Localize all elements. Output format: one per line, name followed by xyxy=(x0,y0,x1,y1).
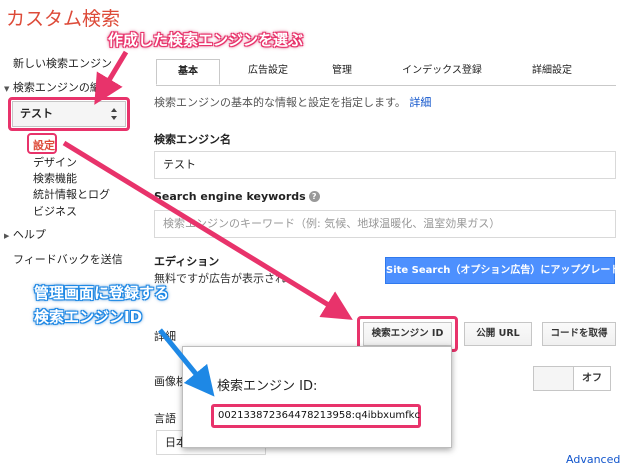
sidebar-help[interactable]: ▶ ヘルプ xyxy=(4,226,46,242)
keywords-input[interactable]: 検索エンジンのキーワード（例: 気候、地球温暖化、温室効果ガス） xyxy=(154,210,616,238)
edition-label: エディション xyxy=(154,255,220,268)
language-label: 言語 xyxy=(154,412,176,425)
image-search-toggle[interactable]: オフ xyxy=(533,366,611,391)
public-url-button[interactable]: 公開 URL xyxy=(464,322,532,346)
get-code-button[interactable]: コードを取得 xyxy=(542,322,616,346)
expand-triangle-icon: ▼ xyxy=(4,85,10,93)
keywords-label-text: Search engine keywords xyxy=(154,190,306,203)
engine-select-highlight xyxy=(8,97,130,131)
settings-item-highlight xyxy=(27,133,57,154)
expand-triangle-icon: ▶ xyxy=(4,232,10,240)
tab-bar: 基本 広告設定 管理 インデックス登録 詳細設定 xyxy=(156,59,616,86)
popup-title: 検索エンジン ID: xyxy=(217,379,318,394)
upgrade-button[interactable]: Site Search（オプション広告）にアップグレード xyxy=(385,257,620,284)
keywords-label: Search engine keywords? xyxy=(154,190,320,203)
toggle-off-label: オフ xyxy=(573,367,610,390)
tab-basic[interactable]: 基本 xyxy=(156,59,220,85)
annotation-register-line1: 管理画面に登録する xyxy=(34,284,170,302)
tab-ads[interactable]: 広告設定 xyxy=(236,59,300,84)
details-label: 詳細 xyxy=(154,330,176,343)
advanced-link[interactable]: Advanced xyxy=(566,453,620,466)
page-description: 検索エンジンの基本的な情報と設定を指定します。 詳細 xyxy=(154,94,431,110)
sidebar-help-label: ヘルプ xyxy=(12,228,46,241)
app-title: カスタム検索 xyxy=(6,8,121,30)
sidebar-item-business[interactable]: ビジネス xyxy=(33,203,77,219)
engine-id-value[interactable]: 002133872364478213958:q4ibbxumfkc xyxy=(211,404,421,428)
engine-id-popup: 検索エンジン ID: 002133872364478213958:q4ibbxu… xyxy=(182,346,452,448)
tab-advanced[interactable]: 詳細設定 xyxy=(508,59,596,84)
description-text: 検索エンジンの基本的な情報と設定を指定します。 xyxy=(154,96,406,109)
edition-text: 無料ですが広告が表示され xyxy=(154,272,286,285)
sidebar-item-design[interactable]: デザイン xyxy=(33,154,77,170)
tab-indexing[interactable]: インデックス登録 xyxy=(386,59,498,84)
tab-admin[interactable]: 管理 xyxy=(316,59,368,84)
sidebar-feedback[interactable]: フィードバックを送信 xyxy=(13,251,123,267)
sidebar-edit-engine[interactable]: ▼ 検索エンジンの編集 xyxy=(4,79,112,95)
sidebar-new-engine[interactable]: 新しい検索エンジン xyxy=(13,55,112,71)
engine-id-button[interactable]: 検索エンジン ID xyxy=(363,322,452,346)
help-question-icon[interactable]: ? xyxy=(308,191,320,202)
details-link[interactable]: 詳細 xyxy=(409,96,431,109)
engine-name-label: 検索エンジン名 xyxy=(154,133,231,146)
annotation-register-line2: 検索エンジンID xyxy=(34,308,143,326)
annotation-pick-engine: 作成した検索エンジンを選ぶ xyxy=(108,31,304,49)
sidebar-item-stats[interactable]: 統計情報とログ xyxy=(33,186,110,202)
engine-name-input[interactable]: テスト xyxy=(154,151,616,179)
sidebar-edit-engine-label: 検索エンジンの編集 xyxy=(12,81,112,94)
sidebar-item-search-features[interactable]: 検索機能 xyxy=(33,170,77,186)
